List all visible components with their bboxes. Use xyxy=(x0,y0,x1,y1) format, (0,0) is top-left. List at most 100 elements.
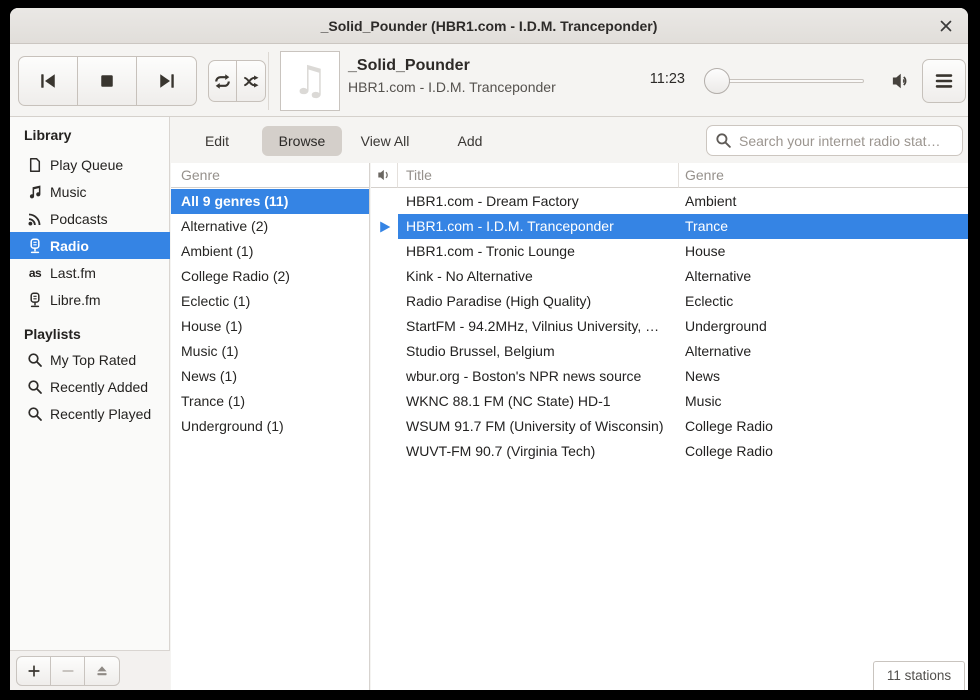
column-header-genre[interactable]: Genre xyxy=(679,163,968,188)
skip-forward-icon xyxy=(157,71,177,91)
next-button[interactable] xyxy=(137,57,196,105)
player-toolbar: ♫ _Solid_Pounder HBR1.com - I.D.M. Tranc… xyxy=(10,44,968,117)
source-toolbar: Edit Browse View All Add xyxy=(171,117,968,163)
podcasts-icon xyxy=(26,211,44,227)
view-all-button[interactable]: View All xyxy=(340,126,430,156)
status-count: 11 stations xyxy=(873,661,965,690)
sidebar-item-label: Libre.fm xyxy=(50,292,101,308)
table-row[interactable]: WUVT-FM 90.7 (Virginia Tech) College Rad… xyxy=(371,439,968,464)
previous-button[interactable] xyxy=(19,57,78,105)
column-header-title[interactable]: Title xyxy=(398,163,679,188)
table-row[interactable]: HBR1.com - Dream Factory Ambient xyxy=(371,189,968,214)
sidebar-item-label: Music xyxy=(50,184,87,200)
titlebar: _Solid_Pounder (HBR1.com - I.D.M. Trance… xyxy=(10,8,968,44)
auto-playlist-icon xyxy=(26,352,44,368)
close-icon xyxy=(940,20,952,32)
menu-button[interactable] xyxy=(922,59,966,103)
playmode-button-group xyxy=(208,60,266,102)
album-art: ♫ xyxy=(280,51,340,111)
eject-button[interactable] xyxy=(85,657,119,685)
speaker-icon xyxy=(377,168,391,182)
genre-row[interactable]: Alternative (2) xyxy=(171,214,369,239)
column-header-playing[interactable] xyxy=(371,163,398,188)
playlists-header: Playlists xyxy=(24,324,81,344)
stop-icon xyxy=(97,71,117,91)
window-title: _Solid_Pounder (HBR1.com - I.D.M. Trance… xyxy=(10,8,968,44)
now-playing-info: _Solid_Pounder HBR1.com - I.D.M. Trancep… xyxy=(348,57,608,95)
browse-button[interactable]: Browse xyxy=(262,126,342,156)
genre-row[interactable]: House (1) xyxy=(171,314,369,339)
table-row[interactable]: WSUM 91.7 FM (University of Wisconsin) C… xyxy=(371,414,968,439)
sidebar-item-label: Play Queue xyxy=(50,157,123,173)
genre-row[interactable]: Trance (1) xyxy=(171,389,369,414)
table-row[interactable]: wbur.org - Boston's NPR news source News xyxy=(371,364,968,389)
elapsed-time: 11:23 xyxy=(610,71,685,87)
table-row[interactable]: HBR1.com - I.D.M. Tranceponder Trance xyxy=(371,214,968,239)
auto-playlist-icon xyxy=(26,406,44,422)
stop-button[interactable] xyxy=(78,57,137,105)
sidebar-item-label: Recently Added xyxy=(50,379,148,395)
music-icon xyxy=(26,184,44,200)
table-row[interactable]: WKNC 88.1 FM (NC State) HD-1 Music xyxy=(371,389,968,414)
table-row[interactable]: Radio Paradise (High Quality) Eclectic xyxy=(371,289,968,314)
search-input[interactable] xyxy=(706,125,963,156)
genre-row[interactable]: Ambient (1) xyxy=(171,239,369,264)
sidebar-item-my-top-rated[interactable]: My Top Rated xyxy=(10,346,170,373)
column-header-genre-browser[interactable]: Genre xyxy=(171,163,369,188)
playing-icon xyxy=(378,220,392,234)
sidebar-item-podcasts[interactable]: Podcasts xyxy=(10,205,170,232)
sidebar-item-play-queue[interactable]: Play Queue xyxy=(10,151,170,178)
station-list: Title Genre HBR1.com - Dream Factory Amb… xyxy=(371,163,968,690)
eject-icon xyxy=(95,664,109,678)
genre-row[interactable]: Underground (1) xyxy=(171,414,369,439)
music-note-placeholder-icon: ♫ xyxy=(292,61,328,101)
sidebar-item-label: Radio xyxy=(50,238,89,254)
hamburger-icon xyxy=(933,70,955,92)
search-box xyxy=(706,125,963,156)
volume-icon[interactable] xyxy=(891,71,911,96)
volume-slider-handle[interactable] xyxy=(704,68,730,94)
plus-icon xyxy=(27,664,41,678)
table-row[interactable]: Kink - No Alternative Alternative xyxy=(371,264,968,289)
genre-row[interactable]: News (1) xyxy=(171,364,369,389)
genre-row[interactable]: Music (1) xyxy=(171,339,369,364)
sidebar-item-recently-added[interactable]: Recently Added xyxy=(10,373,170,400)
add-button[interactable]: Add xyxy=(445,126,495,156)
genre-row[interactable]: College Radio (2) xyxy=(171,264,369,289)
sidebar-item-lastfm[interactable]: as Last.fm xyxy=(10,259,170,286)
track-title: _Solid_Pounder xyxy=(348,57,608,75)
repeat-button[interactable] xyxy=(209,61,237,101)
radio-icon xyxy=(26,238,44,254)
volume-slider-track[interactable] xyxy=(717,79,864,83)
table-row[interactable]: StartFM - 94.2MHz, Vilnius University, …… xyxy=(371,314,968,339)
edit-button[interactable]: Edit xyxy=(187,126,247,156)
sidebar-item-label: Podcasts xyxy=(50,211,108,227)
add-source-button[interactable] xyxy=(17,657,51,685)
track-subtitle: HBR1.com - I.D.M. Tranceponder xyxy=(348,79,608,95)
sidebar-bottom-bar xyxy=(10,650,170,690)
shuffle-button[interactable] xyxy=(237,61,265,101)
sidebar-item-label: Last.fm xyxy=(50,265,96,281)
librefm-icon xyxy=(26,292,44,308)
table-row[interactable]: Studio Brussel, Belgium Alternative xyxy=(371,339,968,364)
toolbar-separator xyxy=(268,52,269,110)
remove-source-button[interactable] xyxy=(51,657,85,685)
genre-row[interactable]: Eclectic (1) xyxy=(171,289,369,314)
shuffle-icon xyxy=(243,73,260,90)
sidebar-item-label: Recently Played xyxy=(50,406,151,422)
app-window: _Solid_Pounder (HBR1.com - I.D.M. Trance… xyxy=(10,8,968,690)
minus-icon xyxy=(61,664,75,678)
library-header: Library xyxy=(24,125,71,145)
sidebar-item-recently-played[interactable]: Recently Played xyxy=(10,400,170,427)
auto-playlist-icon xyxy=(26,379,44,395)
sidebar-item-librefm[interactable]: Libre.fm xyxy=(10,286,170,313)
close-button[interactable] xyxy=(936,16,956,36)
play-queue-icon xyxy=(26,157,44,173)
sidebar-item-music[interactable]: Music xyxy=(10,178,170,205)
genre-row[interactable]: All 9 genres (11) xyxy=(171,189,369,214)
source-button-group xyxy=(16,656,120,686)
sidebar-item-radio[interactable]: Radio xyxy=(10,232,170,259)
skip-backward-icon xyxy=(38,71,58,91)
table-row[interactable]: HBR1.com - Tronic Lounge House xyxy=(371,239,968,264)
lastfm-icon: as xyxy=(26,266,44,280)
